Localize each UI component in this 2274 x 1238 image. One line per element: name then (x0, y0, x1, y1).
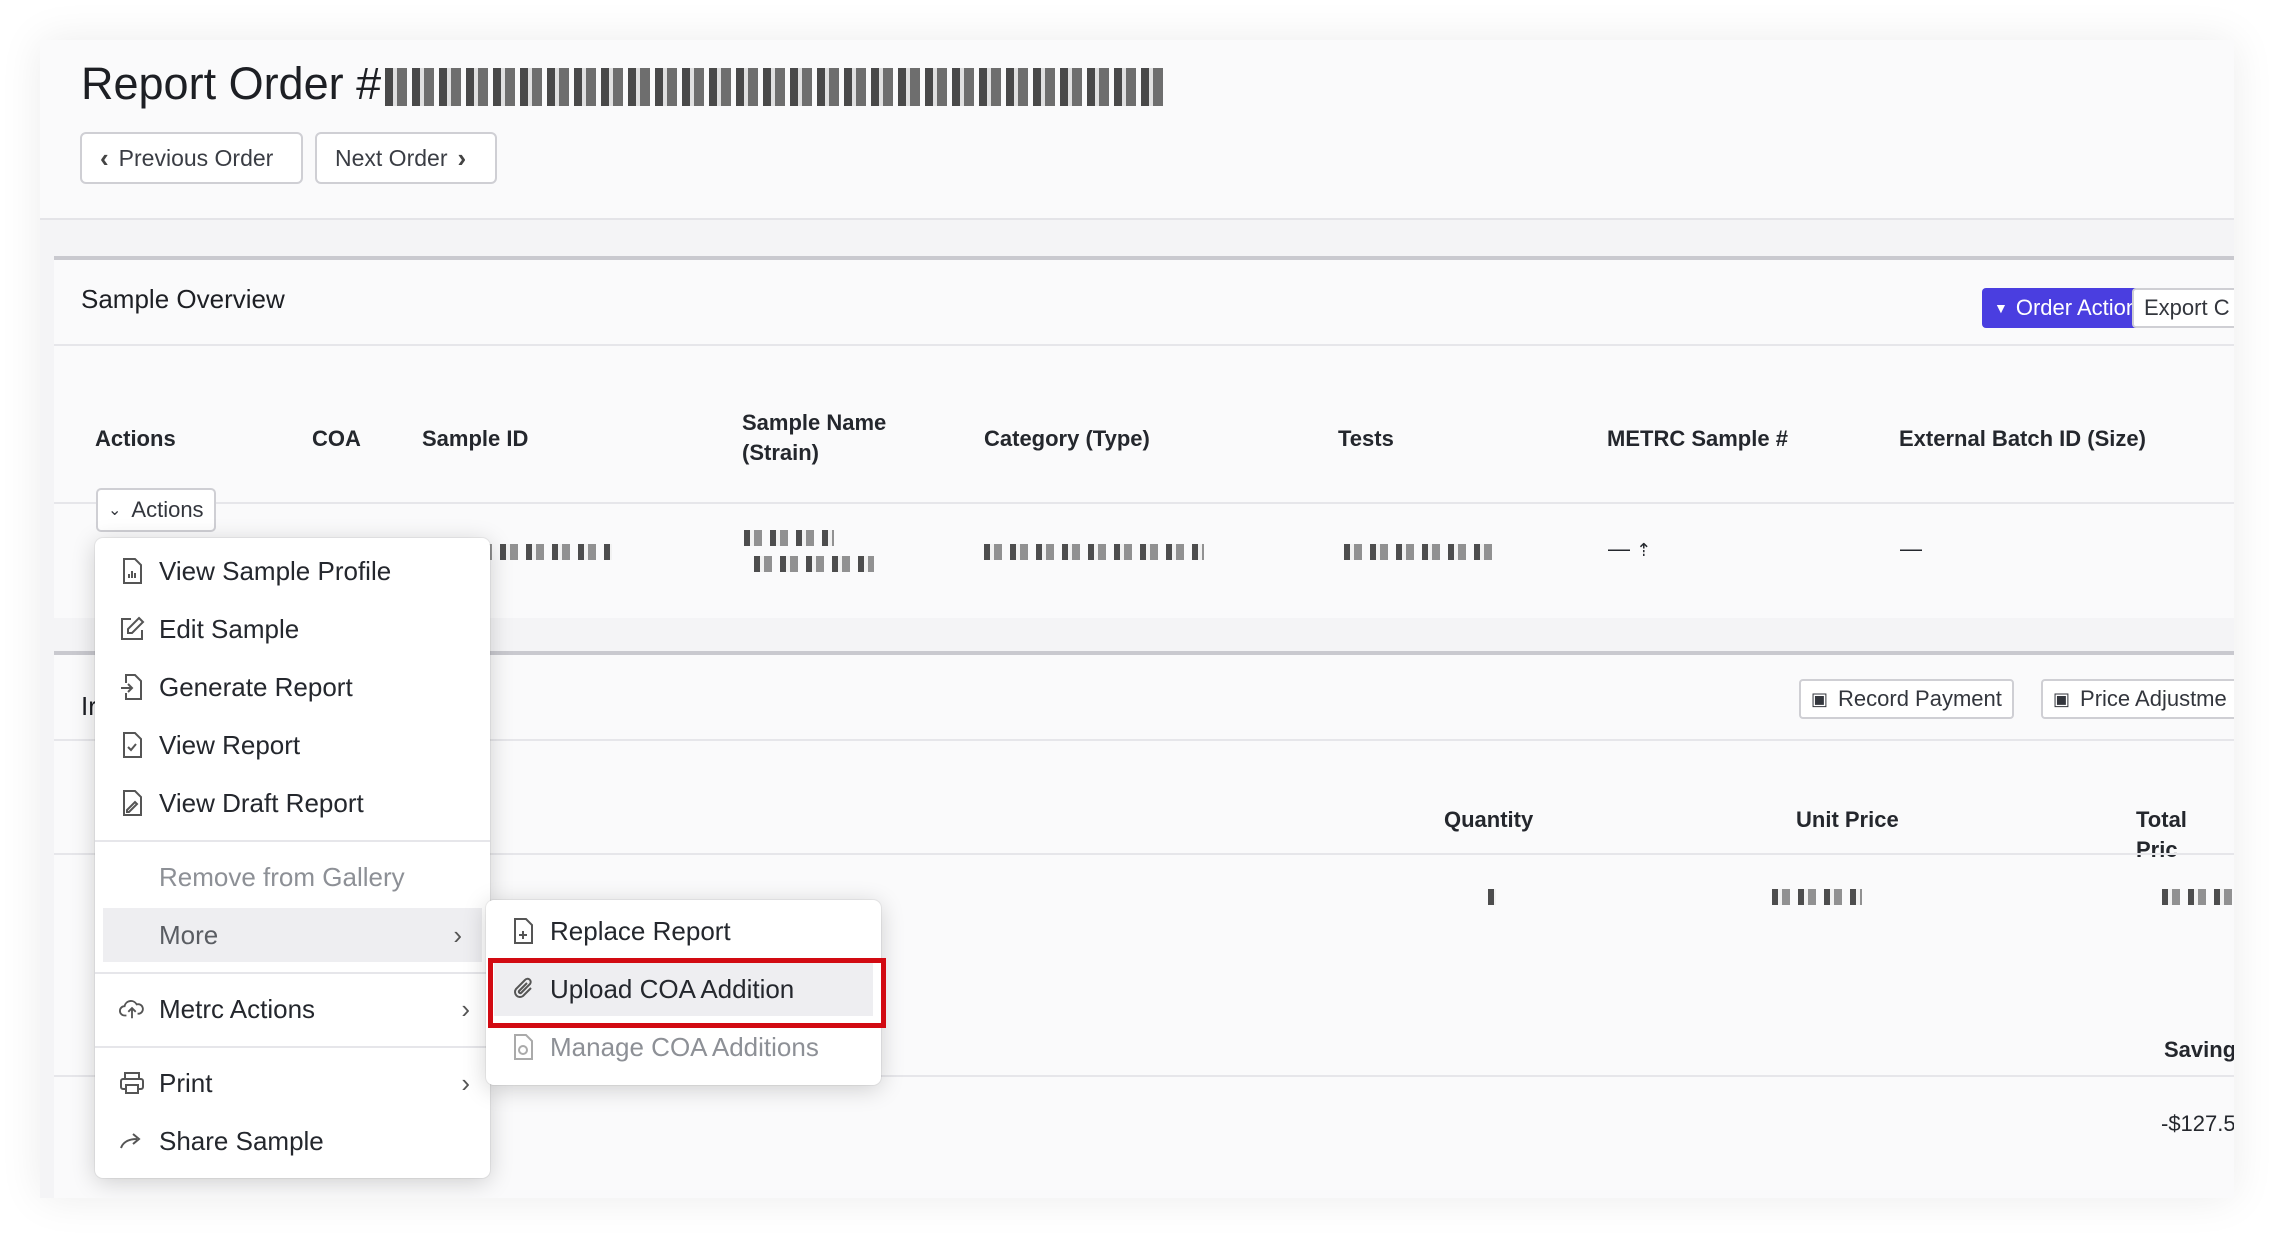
col-category: Category (Type) (984, 426, 1150, 451)
savings-label: Saving (2164, 1037, 2234, 1062)
menu-separator (95, 840, 490, 842)
file-chart-icon (119, 558, 145, 584)
submenu-item-manage-coa-additions[interactable]: Manage COA Additions (494, 1020, 881, 1074)
redacted-unit-price (1772, 889, 1862, 905)
printer-icon (119, 1070, 145, 1096)
col-sample-name: Sample Name (Strain) (742, 410, 887, 465)
menu-item-edit-sample[interactable]: Edit Sample (103, 602, 490, 656)
menu-separator (95, 1046, 490, 1048)
menu-item-label: View Sample Profile (159, 555, 392, 586)
chevron-right-icon: › (461, 993, 470, 1024)
page-title-prefix: Report Order # (81, 58, 382, 109)
chevron-right-icon: › (457, 142, 467, 173)
menu-item-metrc-actions[interactable]: Metrc Actions › (103, 982, 490, 1036)
chevron-left-icon: ‹ (100, 142, 109, 173)
chevron-down-icon: ⌄ (108, 502, 122, 519)
col-external-batch: External Batch ID (Size) (1899, 426, 2146, 451)
previous-order-label: Previous Order (118, 144, 274, 171)
submenu-item-label: Replace Report (550, 915, 731, 946)
menu-item-view-draft-report[interactable]: View Draft Report (103, 776, 490, 830)
menu-item-label: View Draft Report (159, 787, 364, 818)
menu-item-label: View Report (159, 729, 301, 760)
chevron-right-icon: › (461, 1067, 470, 1098)
menu-separator (95, 972, 490, 974)
cash-icon: ▣ (2053, 688, 2071, 709)
col-total-price: Total Pric (2136, 807, 2187, 862)
card-header-divider (54, 344, 2234, 346)
table-header-divider (54, 502, 2234, 504)
record-payment-button[interactable]: ▣ Record Payment (1799, 679, 2014, 719)
menu-item-view-sample-profile[interactable]: View Sample Profile (103, 544, 490, 598)
edit-icon (119, 616, 145, 642)
redacted-category (984, 544, 1204, 560)
col-sample-id: Sample ID (422, 426, 529, 451)
redacted-quantity (1488, 889, 1496, 905)
submenu-item-label: Manage COA Additions (550, 1031, 819, 1062)
file-draft-icon (119, 790, 145, 816)
col-unit-price: Unit Price (1796, 807, 1899, 832)
menu-item-label: Print (159, 1067, 213, 1098)
redacted-tests (1344, 544, 1494, 560)
page-title: Report Order # (81, 58, 1166, 110)
actions-menu: View Sample Profile Edit Sample Generate… (95, 538, 490, 1178)
file-check-icon (119, 732, 145, 758)
export-label: Export C (2144, 295, 2230, 320)
file-replace-icon (510, 918, 536, 944)
menu-item-print[interactable]: Print › (103, 1056, 490, 1110)
col-coa: COA (312, 426, 361, 451)
blank-icon (119, 864, 145, 890)
highlight-annotation (488, 958, 886, 1028)
row-actions-button[interactable]: ⌄ Actions (96, 488, 216, 532)
caret-down-icon: ▼ (1994, 300, 2008, 316)
upload-icon[interactable]: ⇡ (1636, 540, 1651, 560)
menu-item-remove-from-gallery[interactable]: Remove from Gallery (103, 850, 490, 904)
price-adjustment-button[interactable]: ▣ Price Adjustme (2041, 679, 2234, 719)
menu-item-label: Edit Sample (159, 613, 300, 644)
sample-overview-title: Sample Overview (81, 284, 285, 314)
savings-value: -$127.5 (2161, 1111, 2234, 1136)
menu-item-label: More (159, 919, 219, 950)
redacted-sample-name-1 (744, 530, 834, 546)
submenu-item-replace-report[interactable]: Replace Report (494, 904, 881, 958)
menu-item-more[interactable]: More › (103, 908, 482, 962)
metrc-sample-value: — ⇡ (1608, 536, 1651, 562)
export-button[interactable]: Export C (2132, 288, 2234, 328)
external-batch-value: — (1900, 536, 1922, 561)
menu-item-share-sample[interactable]: Share Sample (103, 1114, 490, 1168)
cloud-upload-icon (119, 996, 145, 1022)
col-metrc: METRC Sample # (1607, 426, 1788, 451)
chevron-right-icon: › (453, 919, 462, 950)
share-icon (119, 1128, 145, 1154)
col-quantity: Quantity (1444, 807, 1534, 832)
cash-icon: ▣ (1811, 688, 1829, 709)
previous-order-button[interactable]: ‹ Previous Order (80, 132, 303, 184)
menu-item-generate-report[interactable]: Generate Report (103, 660, 490, 714)
app-window: Report Order # ‹ Previous Order Next Ord… (40, 40, 2234, 1198)
file-import-icon (119, 674, 145, 700)
menu-item-label: Share Sample (159, 1125, 324, 1156)
menu-item-label: Metrc Actions (159, 993, 316, 1024)
redacted-order-name (385, 68, 1166, 107)
order-actions-label: Order Actions (2015, 295, 2150, 320)
col-actions: Actions (95, 426, 176, 451)
record-payment-label: Record Payment (1838, 686, 2002, 711)
page-header: Report Order # ‹ Previous Order Next Ord… (40, 40, 2234, 220)
redacted-sample-name-2 (754, 556, 874, 572)
row-actions-label: Actions (131, 497, 204, 522)
metrc-dash: — (1608, 536, 1630, 561)
next-order-button[interactable]: Next Order › (315, 132, 497, 184)
redacted-total-price (2162, 889, 2232, 905)
menu-item-label: Generate Report (159, 671, 353, 702)
col-tests: Tests (1338, 426, 1394, 451)
price-adjustment-label: Price Adjustme (2080, 686, 2227, 711)
menu-item-label: Remove from Gallery (159, 861, 405, 892)
blank-icon (119, 922, 145, 948)
file-manage-icon (510, 1034, 536, 1060)
menu-item-view-report[interactable]: View Report (103, 718, 490, 772)
next-order-label: Next Order (335, 144, 448, 171)
